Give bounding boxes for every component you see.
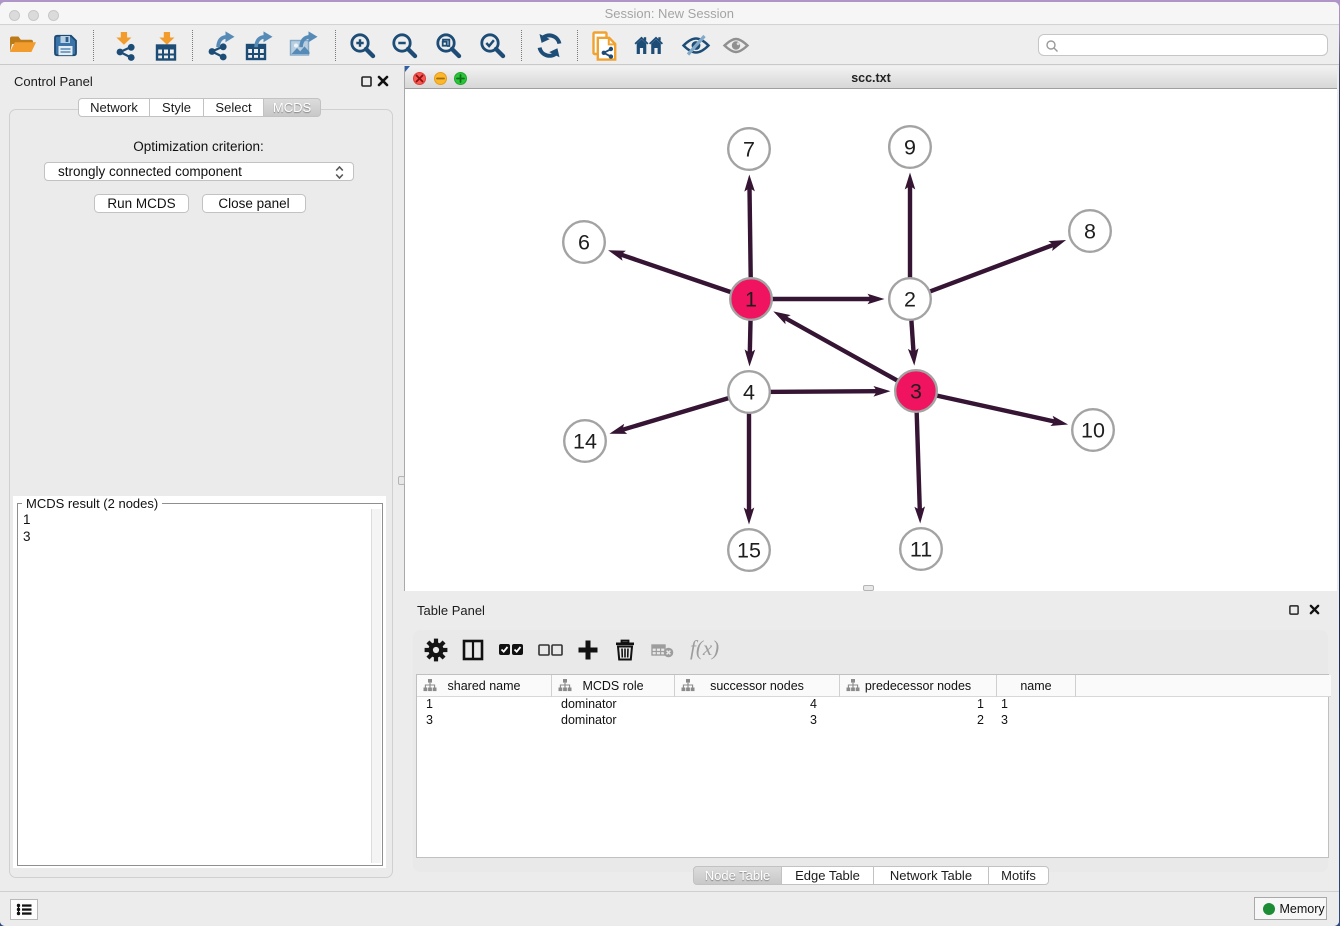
svg-text:9: 9 (904, 136, 916, 160)
svg-text:4: 4 (743, 381, 755, 405)
svg-text:3: 3 (910, 380, 922, 404)
svg-text:11: 11 (910, 538, 932, 562)
svg-text:14: 14 (573, 430, 597, 454)
svg-text:8: 8 (1084, 220, 1096, 244)
svg-text:1: 1 (745, 288, 757, 312)
svg-text:6: 6 (578, 231, 590, 255)
svg-text:10: 10 (1081, 419, 1105, 443)
svg-text:15: 15 (737, 539, 761, 563)
svg-text:7: 7 (743, 138, 755, 162)
svg-text:2: 2 (904, 288, 916, 312)
